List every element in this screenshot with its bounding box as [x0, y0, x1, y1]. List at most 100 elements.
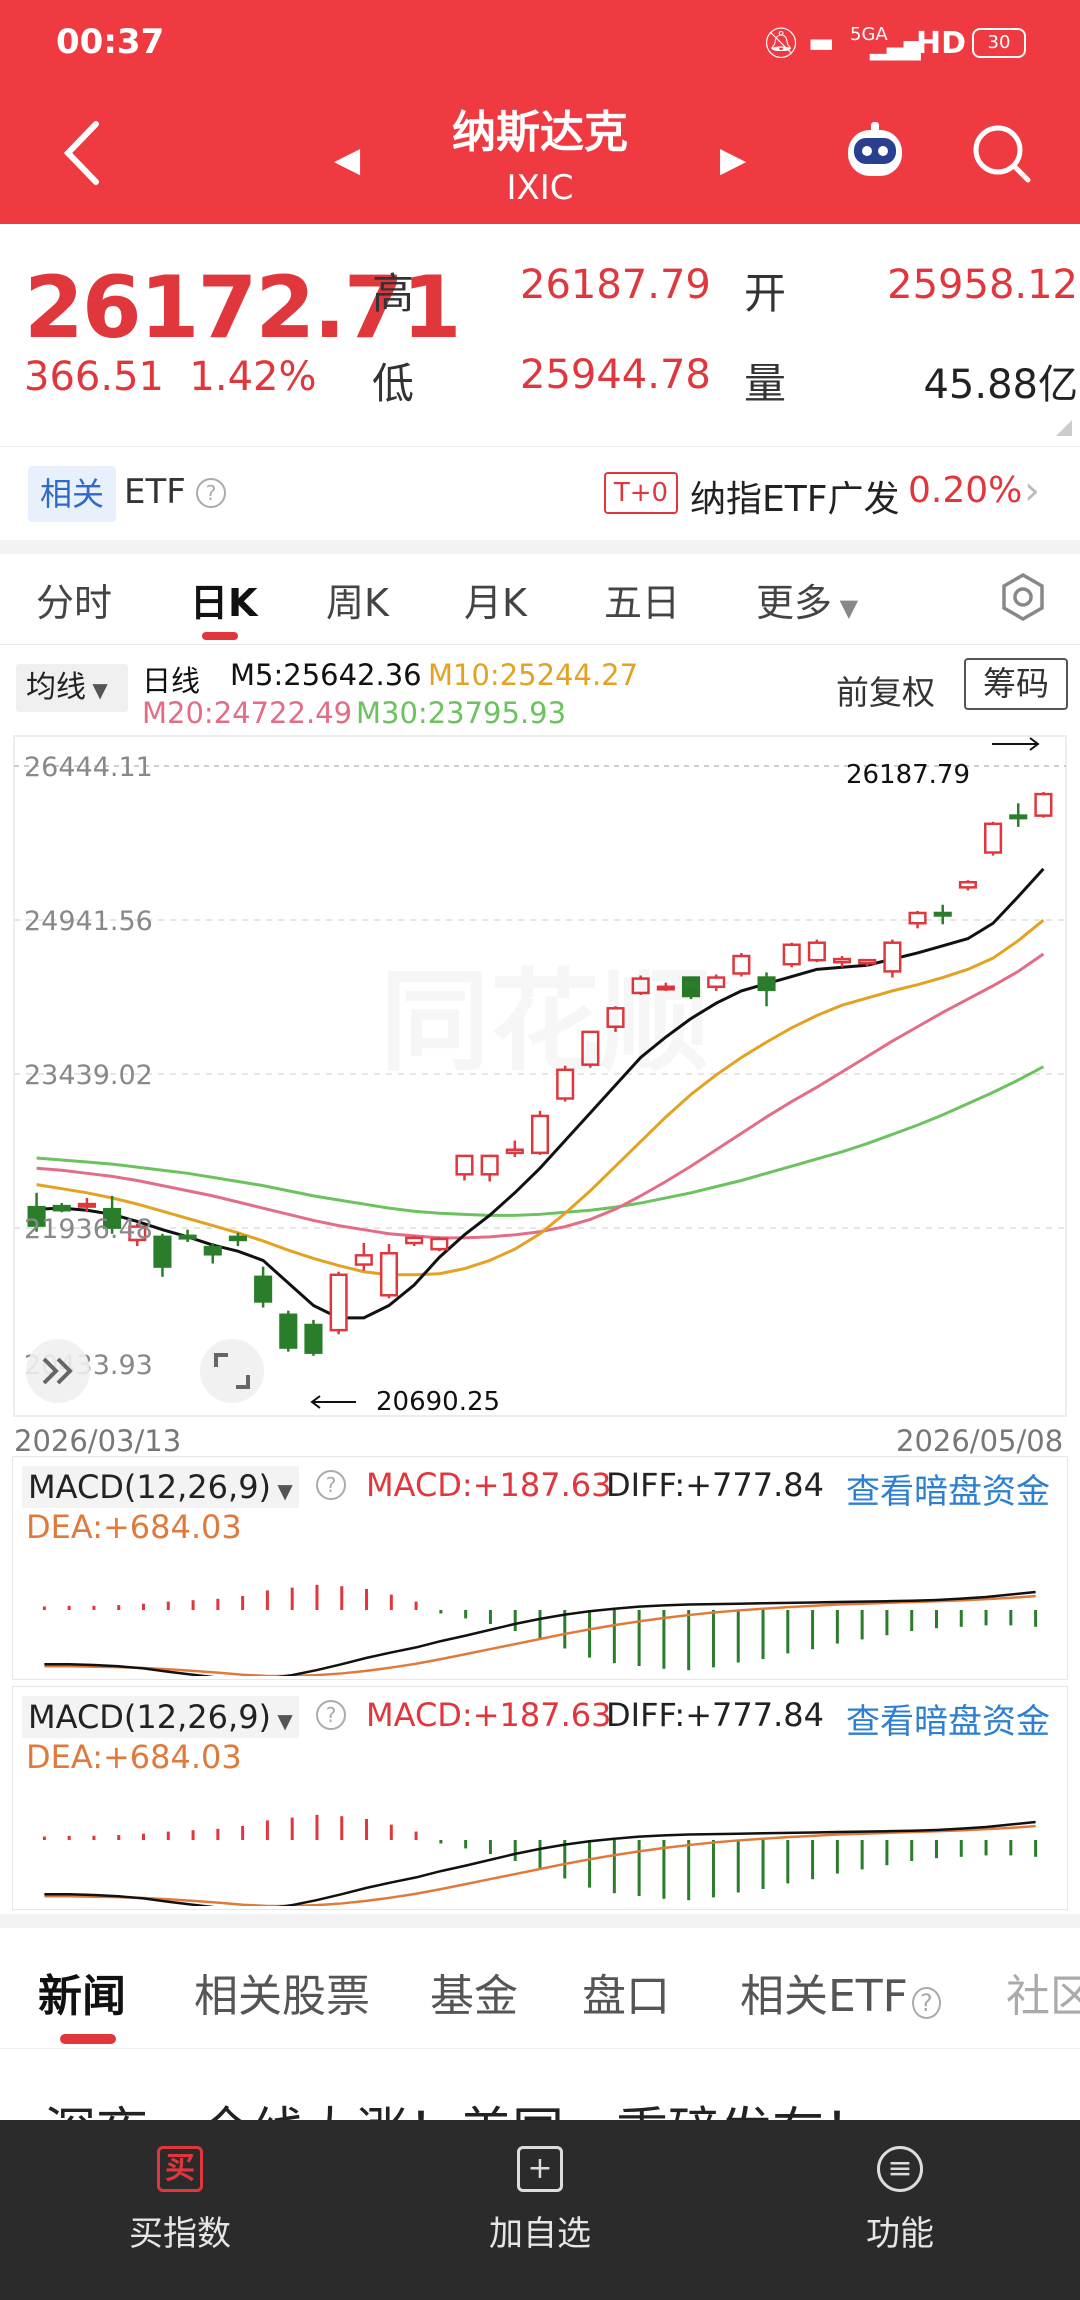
menu-circle-icon: ≡ — [877, 2146, 923, 2192]
candle — [883, 939, 902, 978]
low-value: 25944.78 — [520, 352, 711, 398]
price-change: 366.51 1.42% — [24, 354, 316, 400]
candle-body — [908, 911, 927, 925]
tab-funds[interactable]: 基金 — [430, 1960, 518, 2024]
tab-monthly-k[interactable]: 月K — [464, 572, 527, 627]
tab-weekly-k[interactable]: 周K — [326, 572, 389, 627]
change-value: 366.51 — [24, 354, 164, 400]
ma30-value: M30:23795.93 — [356, 696, 567, 730]
candle — [52, 1203, 71, 1213]
high-value: 26187.79 — [520, 262, 711, 308]
corner-indicator-icon — [1056, 420, 1072, 436]
candle — [757, 972, 776, 1007]
candle — [908, 910, 927, 929]
plus-square-icon: + — [517, 2146, 563, 2192]
tab-news[interactable]: 新闻 — [38, 1960, 126, 2024]
change-pct: 1.42% — [189, 354, 317, 400]
candle — [782, 942, 801, 968]
caret-down-icon: ▼ — [271, 1479, 293, 1503]
tab-divider — [0, 2048, 1080, 2049]
tab-five-day[interactable]: 五日 — [604, 572, 680, 627]
tab-community[interactable]: 社区 — [1006, 1960, 1080, 2024]
next-index-button[interactable]: ▶ — [720, 140, 746, 180]
tab-daily-k[interactable]: 日K — [190, 572, 257, 627]
y-tick-label: 23439.02 — [24, 1060, 153, 1091]
candle-body — [933, 911, 952, 917]
mute-icon: 🔕︎ — [762, 26, 801, 61]
macd-select[interactable]: MACD(12,26,9) ▼ — [22, 1696, 299, 1738]
candle — [480, 1154, 499, 1182]
buy-index-label: 买指数 — [129, 2214, 231, 2254]
active-tab-indicator — [202, 632, 238, 640]
candle-body — [958, 880, 977, 889]
candle-body — [178, 1234, 197, 1240]
candle-body — [304, 1323, 323, 1354]
macd-select[interactable]: MACD(12,26,9) ▼ — [22, 1466, 299, 1508]
adjust-mode[interactable]: 前复权 — [836, 666, 935, 714]
high-label: 高 — [372, 269, 415, 318]
candle-body — [883, 941, 902, 973]
buy-index-button[interactable]: 买 买指数 — [80, 2146, 280, 2255]
fullscreen-button[interactable] — [200, 1339, 264, 1403]
chevron-right-icon[interactable]: › — [1024, 468, 1040, 514]
info-icon: ? — [912, 1987, 941, 2019]
low-label: 低 — [372, 359, 415, 408]
candle-body — [832, 957, 852, 964]
candle-body — [354, 1254, 373, 1266]
ma10-value: M10:25244.27 — [428, 658, 639, 692]
dark-pool-link[interactable]: 查看暗盘资金 — [846, 1694, 1050, 1743]
etf-label: ETF — [124, 472, 186, 512]
candle-body — [707, 976, 726, 989]
candle-body — [203, 1245, 222, 1256]
chart-end-date: 2026/05/08 — [896, 1424, 1064, 1458]
chart-start-date: 2026/03/13 — [14, 1424, 182, 1458]
related-tag: 相关 — [28, 466, 116, 522]
candle — [505, 1140, 524, 1157]
search-icon[interactable] — [970, 122, 1032, 184]
indicator-select[interactable]: 均线 ▼ — [16, 664, 128, 712]
buy-icon: 买 — [157, 2146, 203, 2192]
ma20-value: M20:24722.49 — [142, 696, 353, 730]
candle — [732, 952, 751, 977]
tab-related-etf[interactable]: 相关ETF? — [740, 1960, 941, 2024]
functions-button[interactable]: ≡ 功能 — [800, 2146, 1000, 2255]
tab-more[interactable]: 更多 ▼ — [756, 572, 858, 627]
candle — [958, 880, 977, 891]
help-icon[interactable]: ? — [316, 1470, 346, 1500]
candle — [153, 1233, 172, 1277]
candle-body — [430, 1237, 449, 1251]
help-icon[interactable]: ? — [316, 1700, 346, 1730]
tab-related-stocks[interactable]: 相关股票 — [194, 1960, 370, 2024]
settings-icon[interactable] — [998, 572, 1048, 622]
info-icon[interactable]: ? — [196, 478, 226, 508]
candlestick-chart[interactable]: 26444.1124941.5623439.0221936.4820433.93… — [0, 730, 1080, 1450]
status-bar: 00:37 🔕︎ ▬ 5GA ▂▄▆ HD 30 — [0, 0, 1080, 92]
robot-assistant-icon[interactable] — [840, 120, 910, 184]
indicator-select-label: 均线 — [26, 670, 86, 705]
moving-average-lines — [36, 867, 1045, 1320]
tab-order-book[interactable]: 盘口 — [582, 1960, 670, 2024]
m5-line — [36, 867, 1045, 1320]
macd-select-label: MACD(12,26,9) — [28, 1698, 272, 1736]
candle — [304, 1319, 323, 1356]
caret-down-icon: ▼ — [832, 594, 859, 622]
open-value: 25958.12 — [887, 262, 1078, 308]
status-time: 00:37 — [56, 22, 165, 62]
section-divider — [0, 540, 1080, 554]
tab-intraday[interactable]: 分时 — [36, 572, 112, 627]
expand-sidebar-button[interactable] — [26, 1339, 90, 1403]
chip-button[interactable]: 筹码 — [964, 658, 1068, 710]
etf-name[interactable]: 纳指ETF广发 — [690, 470, 899, 522]
add-watchlist-button[interactable]: + 加自选 — [440, 2146, 640, 2255]
etf-change-pct: 0.20% — [908, 470, 1023, 511]
y-tick-label: 26444.11 — [24, 752, 153, 783]
page-title: 纳斯达克 — [452, 107, 628, 158]
y-axis-labels: 26444.1124941.5623439.0221936.4820433.93 — [24, 752, 153, 1381]
dark-pool-link[interactable]: 查看暗盘资金 — [846, 1464, 1050, 1513]
candle — [405, 1235, 424, 1247]
macd-chart-2 — [42, 1814, 1038, 1906]
car-icon: ▬ — [808, 26, 835, 59]
candle-body — [757, 976, 776, 992]
low-marker-label: 20690.25 — [376, 1387, 500, 1417]
candle-body — [153, 1235, 172, 1268]
